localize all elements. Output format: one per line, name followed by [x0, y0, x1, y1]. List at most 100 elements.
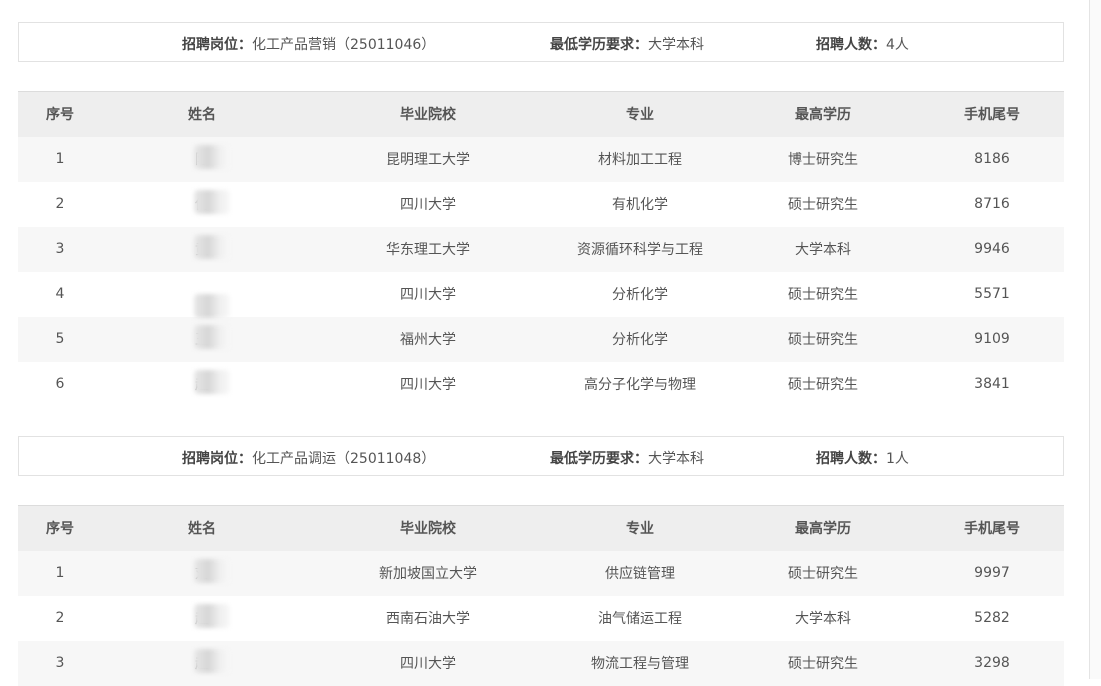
candidate-name: 黄 [102, 227, 302, 272]
privacy-mask [194, 604, 230, 628]
min-education-value: 大学本科 [648, 37, 704, 53]
table-cell: 9946 [974, 241, 1010, 257]
min-education: 最低学历要求：大学本科 [550, 34, 704, 54]
job-position: 招聘岗位：化工产品营销（25011046） [182, 34, 435, 54]
column-header: 专业 [626, 521, 654, 538]
column-header: 最高学历 [795, 521, 851, 538]
candidate-table: 序号 姓名 毕业院校 专业 最高学历 手机尾号 1 刘 新加坡国立大学 供应链管理 硕士研究生 999… [18, 505, 1064, 686]
candidate-name: 佟 [102, 182, 302, 227]
column-header: 专业 [626, 107, 654, 124]
table-cell: 9109 [974, 331, 1010, 347]
table-cell: 分析化学 [612, 332, 668, 348]
table-cell: 油气储运工程 [598, 611, 682, 627]
table-cell: 8716 [974, 196, 1010, 212]
table-row: 1 刘 新加坡国立大学 供应链管理 硕士研究生 9997 [18, 550, 1064, 596]
table-cell: 资源循环科学与工程 [577, 242, 703, 258]
table-cell: 四川大学 [400, 377, 456, 393]
table-cell: 昆明理工大学 [386, 152, 470, 168]
table-cell: 新加坡国立大学 [379, 566, 477, 582]
table-cell: 3841 [974, 376, 1010, 392]
table-row: 6 赵 四川大学 高分子化学与物理 硕士研究生 3841 [18, 361, 1064, 407]
table-cell: 8186 [974, 151, 1010, 167]
table-row: 4 四川大学 分析化学 硕士研究生 5571 [18, 271, 1064, 318]
table-cell: 博士研究生 [788, 152, 858, 168]
table-cell: 硕士研究生 [788, 287, 858, 303]
table-cell: 1 [55, 151, 65, 167]
table-header-row: 序号 姓名 毕业院校 专业 最高学历 手机尾号 [18, 505, 1064, 551]
privacy-mask [194, 370, 230, 394]
column-header: 序号 [46, 521, 74, 538]
column-header: 最高学历 [795, 107, 851, 124]
table-row: 1 陈 昆明理工大学 材料加工工程 博士研究生 8186 [18, 136, 1064, 182]
column-header: 手机尾号 [964, 521, 1020, 538]
job-info-box: 招聘岗位：化工产品营销（25011046） 最低学历要求：大学本科 招聘人数：4人 [18, 22, 1064, 62]
column-header: 毕业院校 [400, 107, 456, 124]
table-cell: 硕士研究生 [788, 566, 858, 582]
hiring-count-value: 4人 [886, 37, 909, 53]
table-cell: 大学本科 [795, 242, 851, 258]
privacy-mask [194, 145, 230, 169]
column-header: 序号 [46, 107, 74, 124]
table-row: 5 王 福州大学 分析化学 硕士研究生 9109 [18, 316, 1064, 362]
table-cell: 9997 [974, 565, 1010, 581]
min-education-value: 大学本科 [648, 451, 704, 467]
table-cell: 5282 [974, 610, 1010, 626]
table-cell: 四川大学 [400, 287, 456, 303]
column-header: 姓名 [188, 521, 216, 538]
table-cell: 2 [55, 196, 65, 212]
hiring-count: 招聘人数：4人 [816, 34, 909, 54]
candidate-name: 刘 [102, 551, 302, 596]
page-scrollbar[interactable] [1089, 0, 1101, 679]
table-cell: 硕士研究生 [788, 197, 858, 213]
hiring-count-label: 招聘人数： [816, 451, 886, 467]
table-cell: 福州大学 [400, 332, 456, 348]
table-row: 2 佟 四川大学 有机化学 硕士研究生 8716 [18, 181, 1064, 227]
table-cell: 硕士研究生 [788, 332, 858, 348]
privacy-mask [194, 235, 230, 259]
table-cell: 2 [55, 610, 65, 626]
column-header: 姓名 [188, 107, 216, 124]
table-row: 3 黄 华东理工大学 资源循环科学与工程 大学本科 9946 [18, 226, 1064, 272]
privacy-mask [194, 559, 230, 583]
min-education-label: 最低学历要求： [550, 451, 648, 467]
candidate-name: 赵 [102, 362, 302, 407]
job-position: 招聘岗位：化工产品调运（25011048） [182, 448, 435, 468]
candidate-table: 序号 姓名 毕业院校 专业 最高学历 手机尾号 1 陈 昆明理工大学 材料加工工程 博士研究生 818… [18, 91, 1064, 407]
privacy-mask [194, 190, 230, 214]
hiring-count-label: 招聘人数： [816, 37, 886, 53]
table-cell: 四川大学 [400, 197, 456, 213]
job-section: 招聘岗位：化工产品调运（25011048） 最低学历要求：大学本科 招聘人数：1人序… [18, 436, 1064, 686]
column-header: 毕业院校 [400, 521, 456, 538]
table-cell: 4 [55, 286, 65, 302]
min-education: 最低学历要求：大学本科 [550, 448, 704, 468]
table-cell: 6 [55, 376, 65, 392]
table-row: 2 赵 西南石油大学 油气储运工程 大学本科 5282 [18, 595, 1064, 641]
privacy-mask [194, 294, 230, 318]
job-position-value: 化工产品营销（25011046） [252, 37, 436, 53]
table-cell: 供应链管理 [605, 566, 675, 582]
hiring-count-value: 1人 [886, 451, 909, 467]
candidate-name: 王 [102, 317, 302, 362]
job-position-label: 招聘岗位： [182, 451, 252, 467]
privacy-mask [194, 325, 230, 349]
table-cell: 大学本科 [795, 611, 851, 627]
min-education-label: 最低学历要求： [550, 37, 648, 53]
table-cell: 华东理工大学 [386, 242, 470, 258]
job-position-value: 化工产品调运（25011048） [252, 451, 436, 467]
privacy-mask [194, 649, 230, 673]
table-cell: 5571 [974, 286, 1010, 302]
table-cell: 5 [55, 331, 65, 347]
column-header: 手机尾号 [964, 107, 1020, 124]
table-cell: 1 [55, 565, 65, 581]
table-cell: 高分子化学与物理 [584, 377, 696, 393]
table-cell: 有机化学 [612, 197, 668, 213]
table-cell: 材料加工工程 [598, 152, 682, 168]
candidate-name [102, 272, 302, 318]
job-position-label: 招聘岗位： [182, 37, 252, 53]
table-cell: 3 [55, 241, 65, 257]
candidate-name: 赵 [102, 596, 302, 641]
hiring-count: 招聘人数：1人 [816, 448, 909, 468]
job-info-box: 招聘岗位：化工产品调运（25011048） 最低学历要求：大学本科 招聘人数：1人 [18, 436, 1064, 476]
table-cell: 西南石油大学 [386, 611, 470, 627]
table-cell: 分析化学 [612, 287, 668, 303]
